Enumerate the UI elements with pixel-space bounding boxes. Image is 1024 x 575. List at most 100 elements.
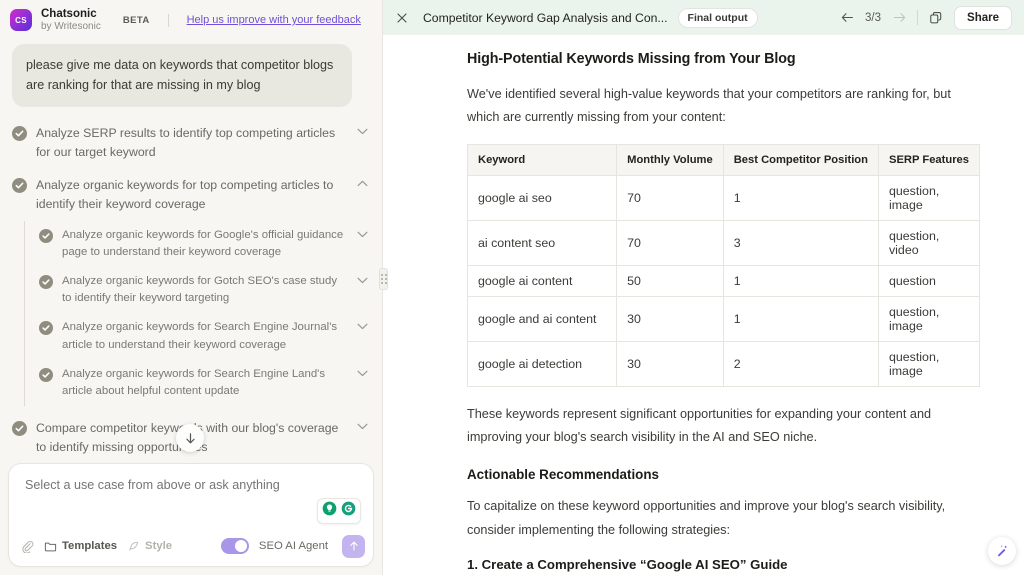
cell-position: 1 — [722, 296, 879, 343]
close-icon[interactable] — [391, 7, 413, 29]
paperclip-icon — [22, 540, 34, 553]
folder-icon — [44, 542, 57, 551]
final-output-badge: Final output — [677, 7, 758, 28]
subtask-item[interactable]: Analyze organic keywords for Search Engi… — [35, 313, 374, 359]
task-item[interactable]: Analyze SERP results to identify top com… — [8, 117, 374, 169]
composer: Templates Style SEO AI Agent — [8, 463, 374, 567]
scroll-to-bottom-button[interactable] — [176, 424, 204, 452]
cell-keyword: google and ai content — [466, 296, 618, 343]
attach-button[interactable] — [21, 540, 34, 553]
cell-serp-features: question, image — [877, 296, 981, 343]
composer-container: Templates Style SEO AI Agent — [0, 463, 382, 575]
chevron-down-icon[interactable] — [354, 370, 370, 377]
check-circle-icon — [39, 275, 53, 290]
subtask-item[interactable]: Analyze organic keywords for Search Engi… — [35, 360, 374, 406]
next-page-icon[interactable] — [888, 7, 910, 29]
table-row: google and ai content 30 1 question, ima… — [466, 296, 981, 343]
toggle-knob — [234, 540, 247, 552]
divider — [917, 10, 919, 25]
subtask-list: Analyze organic keywords for Google's of… — [24, 221, 374, 406]
chatsonic-logo-icon: CS — [10, 9, 32, 32]
seo-ai-agent-label: SEO AI Agent — [258, 540, 328, 552]
cell-keyword: google ai detection — [466, 341, 618, 388]
chat-sidebar: CS Chatsonic by Writesonic BETA Help us … — [0, 0, 383, 575]
column-header-monthly-volume: Monthly Volume — [616, 144, 724, 177]
extension-icons — [317, 498, 361, 524]
check-circle-icon — [39, 321, 53, 336]
cell-volume: 30 — [616, 296, 724, 343]
document-body[interactable]: High-Potential Keywords Missing from You… — [383, 35, 1024, 575]
cell-volume: 50 — [616, 265, 724, 298]
brand-name: Chatsonic — [41, 8, 97, 20]
document-heading: High-Potential Keywords Missing from You… — [467, 51, 796, 67]
output-title: Competitor Keyword Gap Analysis and Con.… — [423, 10, 668, 25]
chevron-down-icon[interactable] — [354, 277, 370, 284]
ai-assist-floating-button[interactable] — [988, 537, 1016, 565]
beta-badge: BETA — [122, 14, 150, 26]
send-button[interactable] — [342, 534, 365, 558]
style-button[interactable]: Style — [127, 540, 172, 553]
previous-page-icon[interactable] — [836, 7, 858, 29]
table-row: google ai detection 30 2 question, image — [466, 341, 981, 388]
share-button[interactable]: Share — [954, 5, 1012, 30]
subtask-label: Analyze organic keywords for Search Engi… — [62, 321, 338, 351]
chat-input[interactable] — [9, 464, 373, 492]
task-label: Analyze SERP results to identify top com… — [36, 125, 336, 159]
pager: 3/3 Share — [836, 5, 1012, 30]
user-message-container: please give me data on keywords that com… — [0, 38, 382, 107]
table-row: google ai seo 70 1 question, image — [466, 175, 981, 222]
templates-label: Templates — [62, 540, 118, 552]
feedback-link[interactable]: Help us improve with your feedback — [187, 14, 361, 26]
after-table-paragraph: These keywords represent significant opp… — [467, 407, 932, 445]
chevron-down-icon[interactable] — [354, 323, 370, 330]
subtask-item[interactable]: Analyze organic keywords for Gotch SEO's… — [35, 267, 374, 313]
cell-volume: 30 — [616, 341, 724, 388]
recommendation-1-heading: 1. Create a Comprehensive “Google AI SEO… — [467, 556, 788, 572]
table-row: ai content seo 70 3 question, video — [466, 220, 981, 267]
task-label: Analyze organic keywords for top competi… — [36, 177, 334, 211]
column-header-best-competitor-position: Best Competitor Position — [722, 144, 879, 177]
task-item[interactable]: Analyze organic keywords for top competi… — [8, 169, 374, 221]
seo-ai-agent-toggle[interactable] — [220, 538, 249, 554]
cell-keyword: google ai seo — [466, 175, 618, 222]
check-circle-icon — [12, 125, 27, 141]
cell-position: 1 — [722, 265, 879, 298]
grip-dots-icon — [380, 274, 387, 284]
lightbulb-icon[interactable] — [322, 501, 337, 521]
task-list: Analyze SERP results to identify top com… — [0, 107, 382, 463]
cell-serp-features: question — [877, 265, 981, 298]
style-label: Style — [145, 540, 173, 552]
document-intro: We've identified several high-value keyw… — [467, 87, 951, 125]
subtask-item[interactable]: Analyze organic keywords for Google's of… — [35, 221, 374, 267]
brand-header: CS Chatsonic by Writesonic BETA Help us … — [0, 0, 382, 38]
check-circle-icon — [39, 229, 53, 244]
arrow-down-icon — [185, 432, 195, 443]
page-indicator: 3/3 — [865, 11, 882, 24]
recommendations-intro: To capitalize on these keyword opportuni… — [467, 499, 946, 537]
table-header-row: Keyword Monthly Volume Best Competitor P… — [466, 144, 981, 177]
templates-button[interactable]: Templates — [44, 540, 117, 553]
copy-icon[interactable] — [925, 7, 947, 29]
grammarly-icon[interactable] — [341, 501, 356, 521]
subtask-label: Analyze organic keywords for Gotch SEO's… — [62, 275, 338, 305]
cell-serp-features: question, video — [877, 220, 981, 267]
composer-toolbar: Templates Style SEO AI Agent — [9, 526, 373, 566]
chevron-down-icon[interactable] — [354, 128, 370, 135]
chevron-down-icon[interactable] — [354, 423, 370, 430]
column-header-keyword: Keyword — [466, 144, 618, 177]
cell-serp-features: question, image — [877, 175, 981, 222]
output-header: Competitor Keyword Gap Analysis and Con.… — [383, 0, 1024, 35]
feather-icon — [129, 541, 139, 551]
brand-subtitle: by Writesonic — [41, 20, 101, 32]
chevron-down-icon[interactable] — [354, 231, 370, 238]
magic-wand-icon — [997, 545, 1008, 557]
brand-text: Chatsonic by Writesonic — [41, 8, 101, 32]
cell-keyword: google ai content — [466, 265, 618, 298]
cell-keyword: ai content seo — [466, 220, 618, 267]
arrow-up-icon — [349, 541, 358, 551]
app-root: CS Chatsonic by Writesonic BETA Help us … — [0, 0, 1024, 575]
panel-resize-handle[interactable] — [379, 268, 388, 290]
chevron-up-icon[interactable] — [354, 180, 370, 187]
output-panel: Competitor Keyword Gap Analysis and Con.… — [383, 0, 1024, 575]
cell-position: 2 — [722, 341, 879, 388]
